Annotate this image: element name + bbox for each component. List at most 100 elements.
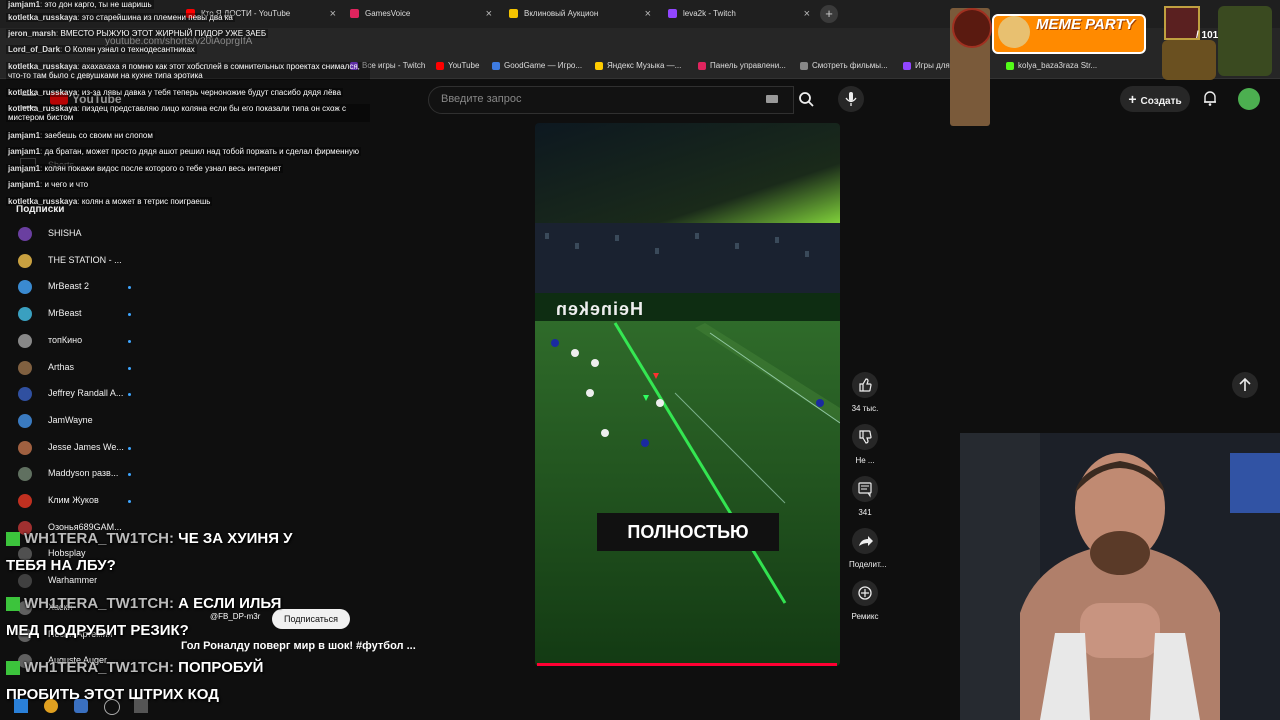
app-icon[interactable] — [74, 699, 88, 713]
windows-start-icon[interactable] — [14, 699, 28, 713]
bookmark-item[interactable]: GoodGame — Игро... — [492, 61, 582, 70]
bookmark-item[interactable]: Яндекс Музыка —... — [595, 61, 681, 70]
channel-handle[interactable]: @FB_DP-m3r — [210, 612, 260, 621]
streamer-webcam — [960, 433, 1280, 720]
voice-search-button[interactable] — [838, 86, 864, 112]
keyboard-icon[interactable] — [766, 95, 778, 103]
new-tab-button[interactable]: + — [820, 5, 838, 23]
kick-badge-icon — [6, 597, 20, 612]
search-icon — [799, 92, 814, 107]
chat-message: kotletka_russkaya: это старейшина из пле… — [6, 13, 235, 22]
heineken-board-text: Heineken — [555, 299, 644, 319]
channel-label: MrBeast — [48, 308, 82, 319]
short-video-player[interactable]: Heineken — [535, 123, 840, 666]
sidebar-subscription-item[interactable]: Jeffrey Randall A... — [16, 383, 196, 409]
sidebar-subscription-item[interactable]: топКино — [16, 330, 196, 356]
video-progress-bar[interactable] — [537, 663, 837, 666]
thumbs-up-icon — [859, 378, 872, 392]
app-icon[interactable] — [134, 699, 148, 713]
sidebar-subscription-item[interactable]: Arthas — [16, 357, 196, 383]
channel-label: Jesse James We... — [48, 441, 124, 452]
chat-text: А ЕСЛИ ИЛЬЯ — [178, 595, 282, 612]
bookmark-item[interactable]: Смотреть фильмы... — [800, 61, 888, 70]
chat-message: kotletka_russkaya: пиздец представляю ли… — [6, 104, 370, 122]
tab-label: leva2k - Twitch — [683, 9, 736, 18]
search-button[interactable] — [792, 86, 822, 114]
notifications-button[interactable] — [1200, 88, 1220, 108]
remix-button[interactable]: Ремикс — [849, 580, 881, 621]
bookmark-label: Все игры - Twitch — [362, 61, 426, 70]
search-box[interactable] — [428, 86, 794, 114]
channel-avatar — [18, 360, 32, 375]
sidebar-subscription-item[interactable]: MrBeast — [16, 303, 196, 329]
tab-twitch[interactable]: leva2k - Twitch × — [668, 2, 810, 26]
remix-icon — [858, 586, 872, 600]
chat-text: это дон карго, ты не шаришь — [44, 0, 152, 9]
sidebar-subscription-item[interactable]: SHISHA — [16, 223, 196, 249]
obs-icon[interactable] — [104, 699, 120, 715]
previous-short-button[interactable] — [1232, 372, 1258, 398]
chat-text: из-за лявы давка у тебя теперь черноножи… — [81, 88, 342, 97]
video-title[interactable]: Гол Роналду поверг мир в шок! #футбол ..… — [181, 640, 416, 652]
big-chat-message: WH1TERA_TW1TCH: ЧЕ ЗА ХУИНЯ У — [6, 530, 293, 547]
bookmark-item[interactable]: kolya_baza3raza Str... — [1006, 61, 1097, 70]
chat-text: ВМЕСТО РЫЖУЮ ЭТОТ ЖИРНЫЙ ПИДОР УЖЕ ЗАЕБ — [60, 29, 267, 38]
like-button[interactable]: 34 тыс. — [849, 372, 881, 413]
chrome-icon[interactable] — [44, 699, 58, 713]
kick-badge-icon — [6, 661, 20, 676]
tab-label: GamesVoice — [365, 9, 411, 18]
close-icon[interactable]: × — [486, 2, 492, 26]
bookmark-label: kolya_baza3raza Str... — [1018, 61, 1098, 70]
create-button[interactable]: + Создать — [1120, 86, 1190, 112]
bookmark-item[interactable]: YouTube — [436, 61, 479, 70]
chat-message: jamjam1: колян покажи видос после которо… — [6, 164, 284, 173]
comments-button[interactable]: 341 — [849, 476, 881, 517]
youtube-icon — [436, 61, 444, 70]
account-avatar[interactable] — [1238, 88, 1260, 110]
share-button[interactable]: Поделит... — [849, 528, 886, 569]
channel-avatar — [18, 494, 32, 508]
channel-avatar — [18, 333, 32, 348]
sidebar-subscription-item[interactable]: Maddyson разв... — [16, 463, 196, 489]
chat-text: ЧЕ ЗА ХУИНЯ У — [178, 530, 293, 547]
twitch-favicon-icon — [668, 9, 677, 19]
plus-icon: + — [1128, 91, 1137, 107]
bookmark-label: Панель управлени... — [710, 61, 786, 70]
bookmark-item[interactable]: Панель управлени... — [698, 61, 786, 70]
tab-gamesvoice[interactable]: GamesVoice × — [350, 2, 492, 26]
new-content-dot — [128, 286, 131, 290]
close-icon[interactable]: × — [804, 2, 810, 26]
chat-username: jamjam1 — [8, 180, 41, 189]
webcam-frame — [960, 433, 1280, 720]
chat-user: WH1TERA_TW1TCH: — [24, 530, 174, 547]
chat-text: колян покажи видос после которого о тебе… — [44, 164, 282, 173]
chat-message: kotletka_russkaya: ахахахаха я помню как… — [6, 62, 370, 80]
sidebar-subscription-item[interactable]: THE STATION - ... — [16, 250, 196, 276]
tab-auction[interactable]: Вклиновый Аукцион × — [509, 2, 651, 26]
microphone-icon — [845, 92, 857, 106]
chat-username: kotletka_russkaya — [8, 88, 78, 97]
close-icon[interactable]: × — [330, 2, 336, 26]
close-icon[interactable]: × — [645, 2, 651, 26]
dislike-button[interactable]: Не ... — [849, 424, 881, 465]
doge-icon — [998, 16, 1030, 48]
chat-username: kotletka_russkaya — [8, 13, 78, 22]
chat-message: kotletka_russkaya: из-за лявы давка у те… — [6, 88, 344, 97]
channel-avatar — [18, 440, 32, 455]
chat-text: ПОПРОБУЙ — [178, 659, 264, 676]
chat-text: это старейшина из племени певы два ка — [81, 13, 233, 22]
create-label: Создать — [1140, 96, 1182, 107]
sidebar-subscription-item[interactable]: Jesse James We... — [16, 437, 196, 463]
chat-text: заебешь со своим ни слопом — [44, 131, 153, 140]
sidebar-subscription-item[interactable]: MrBeast 2 — [16, 276, 196, 302]
bookmark-item[interactable]: Игры для... — [903, 61, 956, 70]
subscribe-button[interactable]: Подписаться — [272, 609, 350, 629]
search-input[interactable] — [439, 92, 763, 106]
sidebar-subscription-item[interactable]: JamWayne — [16, 410, 196, 436]
new-content-dot — [128, 313, 131, 317]
sidebar-subscription-item[interactable]: Клим Жуков — [16, 490, 196, 516]
bookmark-label: Яндекс Музыка —... — [607, 61, 682, 70]
tab-label: Вклиновый Аукцион — [524, 9, 599, 18]
new-content-dot — [128, 366, 131, 370]
games-icon — [903, 61, 911, 70]
